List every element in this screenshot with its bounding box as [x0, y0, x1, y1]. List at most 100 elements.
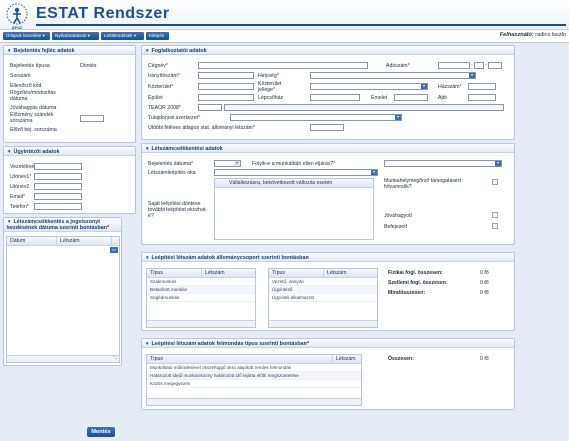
letszam-jogviszony-title[interactable]: ▼ Létszámcsökkentés a jogviszonyt kezdésé…: [4, 218, 121, 232]
fizikai-grid-footer: [147, 320, 255, 327]
felmondas-total-label: Összesen:: [388, 356, 414, 362]
leepites-oka-label: Létszámleépítés oka: [148, 170, 196, 176]
menu-urlapok-kezelese[interactable]: Űrlapok kezelése ▾: [3, 32, 50, 40]
helyseg-select[interactable]: ▼: [310, 72, 476, 79]
add-row-icon[interactable]: •••: [110, 247, 118, 253]
munkahelymegorzo-checkbox[interactable]: [492, 179, 498, 185]
szellemi-grid-header: Típus Létszám: [269, 269, 377, 278]
ugyintezo-panel-title[interactable]: ▼ Ügyintézői adatok: [4, 147, 135, 156]
chevron-down-icon[interactable]: ▼: [469, 73, 475, 78]
teaor-description-input[interactable]: [224, 104, 504, 111]
tulajdonosi-select[interactable]: ▼: [230, 114, 402, 121]
calendar-dropdown-icon[interactable]: ▼: [234, 161, 240, 166]
allomanycsoport-title-text: Leépítési létszám adatok állománycsoport…: [151, 255, 309, 261]
adoszam-input-1[interactable]: [438, 62, 470, 69]
befejezett-label: Befejezett: [384, 224, 408, 230]
menu-letoltendesek[interactable]: Letöltendések ▾: [101, 32, 144, 40]
col-tipus[interactable]: Típus: [269, 269, 324, 278]
vezeteknev-input[interactable]: [34, 163, 82, 170]
jovahagyott-checkbox[interactable]: [492, 212, 498, 218]
ugyintezo-title-text: Ügyintézői adatok: [13, 149, 60, 155]
bejelentes-tipusa-value: Döntés: [80, 63, 97, 69]
cegnev-input[interactable]: [198, 62, 368, 69]
menu-kilepes[interactable]: Kilépés: [146, 32, 169, 40]
table-row[interactable]: Közös megegyezés: [147, 380, 361, 388]
fizikai-total-value: 0 fő: [480, 270, 489, 276]
sorszam-label: Sorszám: [10, 73, 31, 79]
lepcsohaz-label: Lépcsőház: [258, 95, 284, 101]
col-letszam[interactable]: Létszám: [333, 355, 362, 364]
foglalkoztato-panel-title[interactable]: ▼ Foglalkoztatói adatok: [142, 46, 514, 55]
cegnev-label: Cégnév*: [148, 63, 168, 69]
chevron-down-icon[interactable]: ▼: [395, 115, 401, 120]
letszam-jogviszony-panel: ▼ Létszámcsökkentés a jogviszonyt kezdésé…: [3, 217, 122, 366]
ajto-input[interactable]: [468, 94, 496, 101]
telefon-input[interactable]: [34, 203, 82, 210]
jogviszony-grid-footer: [7, 355, 119, 362]
elozmeny-szandek-input[interactable]: [80, 115, 104, 122]
letszamcsokkentes-panel-title[interactable]: ▼ Létszámcsökkentési adatok: [142, 144, 514, 153]
bejelentes-panel-title[interactable]: ▼ Bejelentés fejléc adatok: [4, 46, 135, 55]
befejezett-checkbox[interactable]: [492, 223, 498, 229]
collapse-arrow-icon[interactable]: ▼: [145, 48, 149, 53]
collapse-arrow-icon[interactable]: ▼: [7, 48, 11, 53]
utonev1-label: Utónév1*: [10, 174, 32, 180]
valtozas-header[interactable]: Vállalkozásra, bekövetkezett változás es…: [215, 179, 374, 188]
collapse-arrow-icon[interactable]: ▼: [145, 255, 149, 260]
epulet-input[interactable]: [198, 94, 254, 101]
elozmeny-szandek-label: Előzmény szándék sorszáma: [10, 112, 54, 124]
resize-handle-icon[interactable]: ⤡: [113, 355, 117, 361]
allomanycsoport-panel-title[interactable]: ▼ Leépítési létszám adatok állománycsopor…: [142, 253, 514, 262]
collapse-arrow-icon[interactable]: ▼: [145, 341, 149, 346]
col-tipus[interactable]: Típus: [147, 355, 333, 364]
chevron-down-icon[interactable]: ▼: [421, 84, 427, 89]
utonev1-input[interactable]: [34, 173, 82, 180]
adoszam-input-2[interactable]: [474, 62, 484, 69]
email-input[interactable]: [34, 193, 82, 200]
kozterulet-input[interactable]: [198, 83, 254, 90]
utonev2-input[interactable]: [34, 183, 82, 190]
menu-nyilvantartasok[interactable]: Nyilvántartások ▾: [52, 32, 99, 40]
col-datum[interactable]: Dátum: [7, 237, 57, 246]
emelet-label: Emelet: [371, 95, 388, 101]
table-row[interactable]: Határozott idejű munkaviszony határozott…: [147, 372, 361, 380]
table-row[interactable]: Ügyintéző: [269, 286, 377, 294]
elozo-bej-sorszama-label: Előző bej. sorszáma: [10, 127, 57, 133]
adoszam-label: Adószám*: [386, 63, 410, 69]
col-letszam[interactable]: Létszám: [202, 269, 256, 278]
felmondas-title-text: Leépítési létszám adatok felmondás típus…: [151, 341, 307, 347]
save-button[interactable]: Mentés: [87, 427, 115, 437]
hazszam-input[interactable]: [468, 83, 496, 90]
table-row[interactable]: Betanított munkás: [147, 286, 255, 294]
bejelentes-datuma-picker[interactable]: ▼: [214, 160, 241, 167]
adoszam-input-3[interactable]: [488, 62, 502, 69]
lepcsohaz-input[interactable]: [310, 94, 360, 101]
col-letszam[interactable]: Létszám: [57, 237, 112, 246]
jogviszony-grid: Dátum Létszám ••• ⤡: [6, 236, 120, 363]
collapse-arrow-icon[interactable]: ▼: [145, 146, 149, 151]
leepites-oka-select[interactable]: ▼: [214, 169, 378, 176]
felmondas-panel-title[interactable]: ▼ Leépítési létszám adatok felmondás típu…: [142, 339, 514, 348]
table-row[interactable]: Munkáltató működésével összefüggő okra a…: [147, 364, 361, 372]
table-row[interactable]: Vezető, irányító: [269, 278, 377, 286]
col-letszam[interactable]: Létszám: [324, 269, 378, 278]
table-row[interactable]: Ügyviteli alkalmazott: [269, 294, 377, 302]
teaor-label: TEAOR 2008*: [148, 105, 181, 111]
fizikai-grid-header: Típus Létszám: [147, 269, 255, 278]
chevron-down-icon[interactable]: ▼: [371, 170, 377, 175]
collapse-arrow-icon[interactable]: ▼: [7, 149, 11, 154]
emelet-input[interactable]: [394, 94, 428, 101]
valtozas-grid-header: Vállalkozásra, bekövetkezett változás es…: [215, 179, 373, 188]
iranyitoszam-input[interactable]: [198, 72, 254, 79]
kozterulet-jellege-select[interactable]: ▼: [310, 83, 428, 90]
afsz-logo-icon: ÁFSZ: [6, 3, 28, 30]
col-tipus[interactable]: Típus: [147, 269, 202, 278]
chevron-down-icon[interactable]: ▼: [495, 161, 501, 166]
teaor-code-input[interactable]: [198, 104, 222, 111]
collapse-arrow-icon[interactable]: ▼: [7, 219, 11, 224]
folyik-select[interactable]: ▼: [384, 160, 502, 167]
utobbi-letszam-input[interactable]: [310, 124, 344, 131]
table-row[interactable]: Segédmunkás: [147, 294, 255, 302]
adoszam-sep-2: -: [485, 62, 487, 68]
table-row[interactable]: Szakmunkás: [147, 278, 255, 286]
